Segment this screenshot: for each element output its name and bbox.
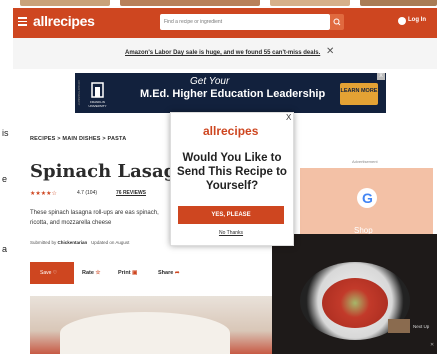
ad-headline-2: M.Ed. Higher Education Leadership <box>140 88 326 100</box>
modal-question: Would You Like to Send This Recipe to Yo… <box>177 152 287 192</box>
page-title: Spinach Lasag <box>30 161 177 182</box>
left-strip-text: a <box>2 244 8 254</box>
next-up-thumbnail[interactable] <box>388 319 410 333</box>
print-button[interactable]: Print ▣ <box>118 270 137 276</box>
next-up-label[interactable]: Next Up <box>413 324 429 329</box>
top-image <box>120 0 260 6</box>
star-icon: ☆ <box>95 270 101 276</box>
author-link[interactable]: Chickentarian <box>58 240 88 245</box>
top-image <box>20 0 110 6</box>
top-image <box>270 0 350 6</box>
top-image <box>360 0 437 6</box>
no-thanks-link[interactable]: No Thanks <box>178 230 284 236</box>
left-strip-text: e <box>2 174 8 184</box>
share-icon: ➦ <box>174 270 180 276</box>
reviews-link[interactable]: 76 REVIEWS <box>116 190 146 196</box>
video-close-icon[interactable]: ✕ <box>430 342 434 348</box>
modal-close-icon[interactable]: X <box>286 113 291 122</box>
recipe-image-plate <box>60 312 230 354</box>
search-input[interactable]: Find a recipe or ingredient <box>160 14 330 30</box>
menu-icon[interactable] <box>18 17 27 26</box>
save-button[interactable]: Save ♡ <box>30 262 74 284</box>
user-icon[interactable] <box>398 17 406 25</box>
video-frame-food <box>322 278 388 328</box>
promo-link[interactable]: Amazon's Labor Day sale is huge, and we … <box>125 50 320 56</box>
ad-brand: FRANKLIN UNIVERSITY <box>88 100 107 108</box>
ad-headline-1: Get Your <box>190 76 230 87</box>
left-strip-text: is <box>2 128 9 138</box>
share-button[interactable]: Share ➦ <box>158 270 179 276</box>
search-icon <box>333 18 341 26</box>
recipe-description: These spinach lasagna roll-ups are eas s… <box>30 210 159 226</box>
learn-more-button[interactable]: LEARN MORE <box>340 83 378 105</box>
rating-value: 4.7 (104) <box>77 190 98 196</box>
left-page-strip: is e a <box>0 0 13 354</box>
modal-logo: allrecipes <box>203 124 259 138</box>
yes-please-button[interactable]: YES, PLEASE <box>178 206 284 224</box>
top-strip <box>0 0 437 8</box>
byline: Submitted by Chickentarian Updated on Au… <box>30 240 130 245</box>
close-icon[interactable]: ✕ <box>326 46 334 57</box>
advertisement-label: Advertisement <box>352 159 378 164</box>
breadcrumb[interactable]: RECIPES > MAIN DISHES > PASTA <box>30 136 126 142</box>
login-link[interactable]: Log In <box>408 17 426 23</box>
ad-close-icon[interactable]: X <box>377 73 385 80</box>
print-icon: ▣ <box>132 270 138 276</box>
star-rating: ★★★★☆ <box>30 191 57 197</box>
search-button[interactable] <box>330 14 344 30</box>
site-logo[interactable]: allrecipes <box>33 13 95 29</box>
rate-button[interactable]: Rate ☆ <box>82 270 100 276</box>
google-letter: G <box>362 190 373 206</box>
